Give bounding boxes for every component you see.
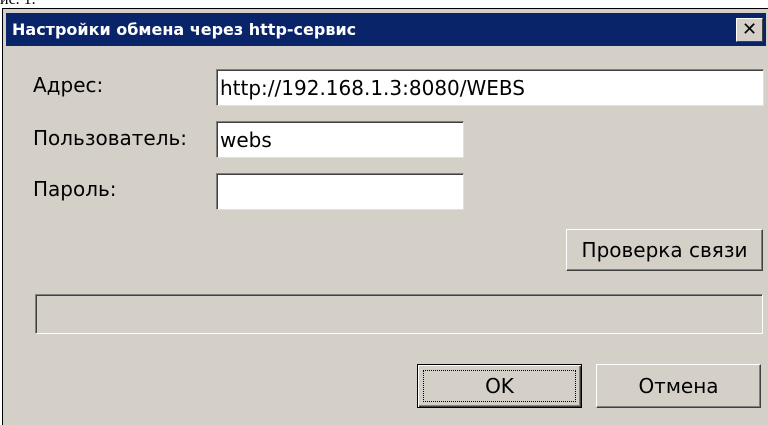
user-label: Пользователь: <box>33 126 188 150</box>
progress-bar <box>35 294 763 334</box>
password-input[interactable] <box>216 173 464 210</box>
settings-dialog: Настройки обмена через http-сервис ✕ Адр… <box>2 8 768 425</box>
page: ис. 1. Настройки обмена через http-серви… <box>0 0 768 425</box>
address-input[interactable] <box>216 69 764 106</box>
ok-label: OK <box>485 374 514 398</box>
address-label: Адрес: <box>33 73 104 97</box>
password-label: Пароль: <box>33 177 117 201</box>
dialog-titlebar[interactable]: Настройки обмена через http-сервис ✕ <box>6 13 766 46</box>
check-connection-button[interactable]: Проверка связи <box>566 229 763 271</box>
cancel-button[interactable]: Отмена <box>596 364 761 408</box>
cancel-label: Отмена <box>638 374 719 398</box>
check-connection-label: Проверка связи <box>581 238 748 262</box>
close-icon: ✕ <box>741 19 758 40</box>
close-button[interactable]: ✕ <box>736 18 763 42</box>
ok-button[interactable]: OK <box>417 364 582 408</box>
user-input[interactable] <box>216 121 464 158</box>
dialog-title: Настройки обмена через http-сервис <box>12 20 357 39</box>
